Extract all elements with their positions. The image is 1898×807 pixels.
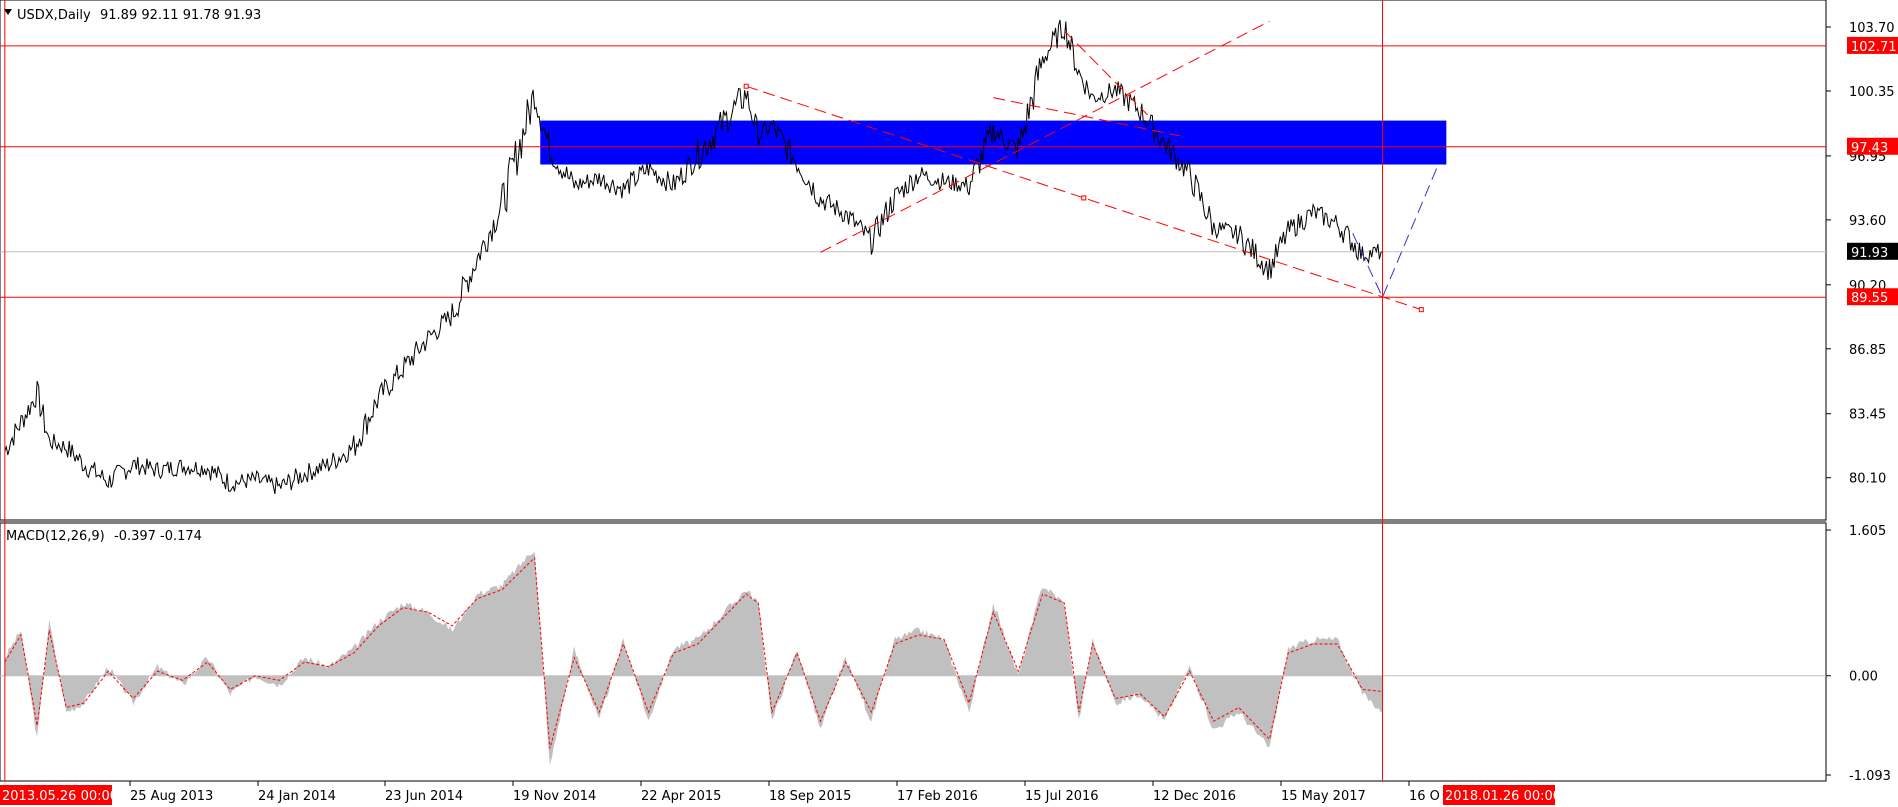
macd-label: MACD(12,26,9) [6, 529, 105, 544]
trendline-handle-mid[interactable] [1081, 195, 1087, 201]
time-axis-label: 23 Jun 2014 [385, 789, 463, 804]
time-axis-label: 19 Nov 2014 [513, 789, 596, 804]
time-axis-label: 18 Sep 2015 [769, 789, 851, 804]
symbol-label: USDX,Daily [17, 8, 91, 23]
macd-axis-label: -1.093 [1849, 769, 1891, 784]
level-tag-label: 97.43 [1851, 141, 1888, 156]
time-axis-label: 17 Feb 2016 [897, 789, 978, 804]
time-axis-label: 15 May 2017 [1281, 789, 1366, 804]
price-axis-label: 93.60 [1849, 214, 1886, 229]
time-marker-label: 2018.01.26 00:00 [1445, 789, 1561, 804]
price-axis-label: 83.45 [1849, 408, 1886, 423]
chart-canvas[interactable]: 103.70100.3596.9593.6090.2086.8583.4580.… [0, 0, 1898, 807]
time-axis-label: 24 Jan 2014 [258, 789, 336, 804]
price-axis-label: 103.70 [1849, 21, 1895, 36]
level-tag-label: 102.71 [1851, 40, 1897, 55]
macd-axis-label: 0.00 [1849, 670, 1878, 685]
current-price-tag: 91.93 [1851, 246, 1888, 261]
macd-axis-label: 1.605 [1849, 524, 1886, 539]
price-axis-label: 100.35 [1849, 85, 1895, 100]
time-axis-label: 15 Jul 2016 [1025, 789, 1099, 804]
time-axis-label: 16 O [1409, 789, 1440, 804]
level-tag-label: 89.55 [1851, 291, 1888, 306]
price-axis-label: 80.10 [1849, 472, 1886, 487]
time-axis-label: 12 Dec 2016 [1153, 789, 1236, 804]
ohlc-values: 91.89 92.11 91.78 91.93 [100, 8, 261, 23]
price-panel[interactable] [0, 0, 1827, 521]
price-axis-label: 86.85 [1849, 343, 1886, 358]
time-axis-label: 22 Apr 2015 [641, 789, 721, 804]
time-axis-label: 25 Aug 2013 [130, 789, 213, 804]
trendline-handle-0[interactable] [743, 83, 749, 89]
trendline-handle-1[interactable] [1418, 307, 1424, 313]
time-marker-label: 2013.05.26 00:00 [2, 789, 118, 804]
macd-values: -0.397 -0.174 [114, 529, 202, 544]
